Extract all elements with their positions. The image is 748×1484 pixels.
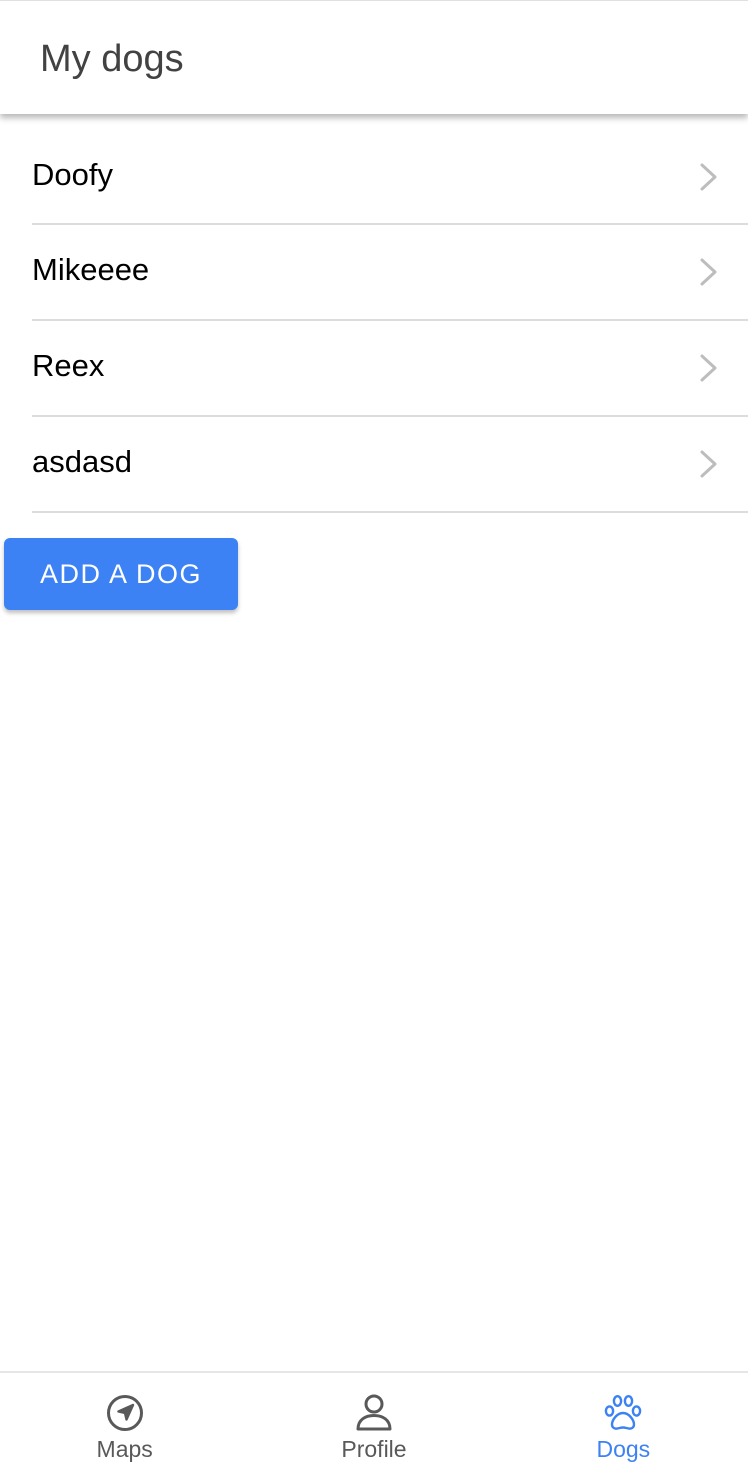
paw-icon <box>605 1394 642 1430</box>
dog-name: Mikeeee <box>32 252 150 287</box>
navigation-icon <box>106 1395 143 1431</box>
tab-profile[interactable]: Profile <box>249 1373 498 1484</box>
dog-name: asdasd <box>32 444 132 479</box>
dog-list: Doofy Mikeeee Reex asdasd <box>0 130 748 513</box>
app-header: My dogs <box>0 0 748 114</box>
tab-label: Profile <box>341 1436 407 1462</box>
list-item[interactable]: Doofy <box>32 130 748 225</box>
person-icon <box>356 1394 392 1431</box>
add-dog-button[interactable]: ADD A DOG <box>4 538 238 610</box>
list-item[interactable]: asdasd <box>32 417 748 513</box>
chevron-right-icon <box>700 450 717 478</box>
chevron-right-icon <box>700 163 717 190</box>
dog-name: Reex <box>32 348 105 383</box>
tab-label: Maps <box>96 1436 153 1462</box>
app-root: My dogs Doofy Mikeeee Reex asdasd ADD A … <box>0 0 748 1484</box>
list-item[interactable]: Reex <box>32 321 748 417</box>
tab-label: Dogs <box>596 1436 651 1462</box>
page-title: My dogs <box>40 38 184 80</box>
dog-name: Doofy <box>32 156 113 192</box>
bottom-tab-bar: Maps Profile Dogs <box>0 1371 748 1484</box>
tab-dogs[interactable]: Dogs <box>499 1373 748 1484</box>
chevron-right-icon <box>700 354 717 382</box>
chevron-right-icon <box>700 258 717 286</box>
list-item[interactable]: Mikeeee <box>32 225 748 321</box>
tab-maps[interactable]: Maps <box>0 1373 249 1484</box>
